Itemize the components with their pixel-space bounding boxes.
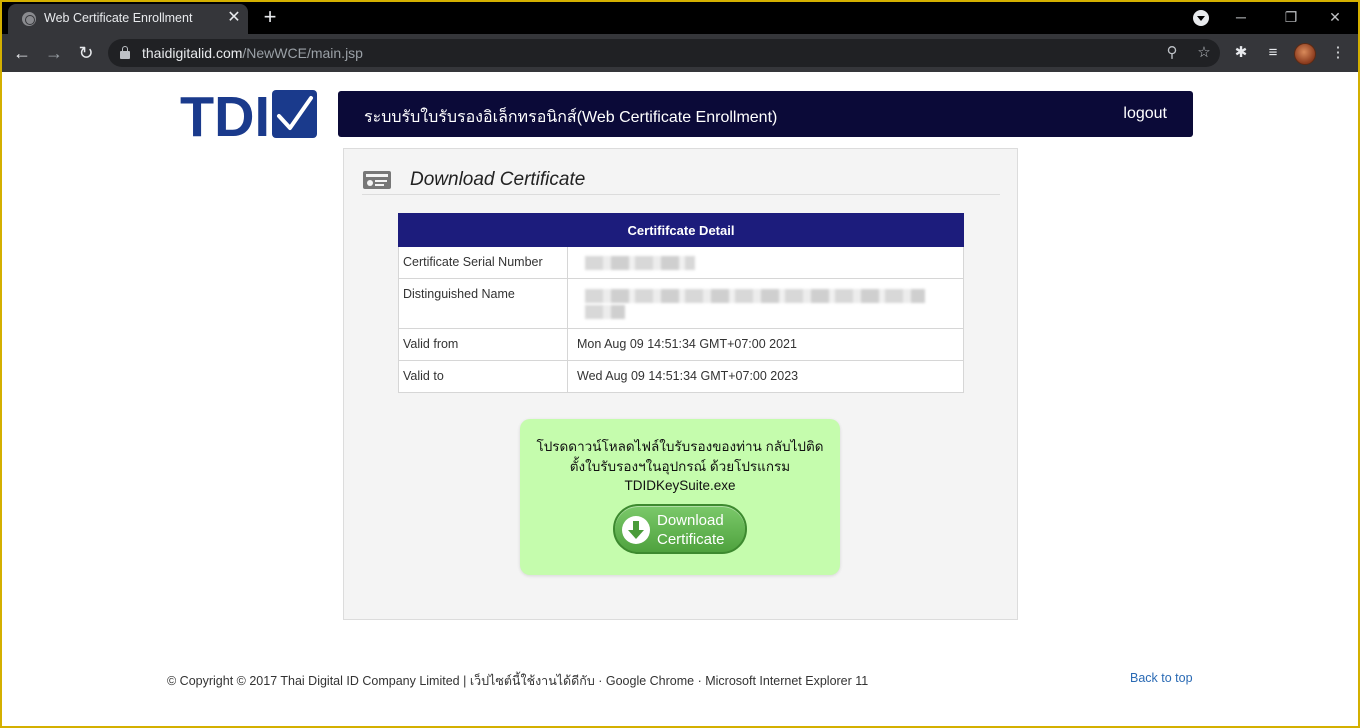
valid-to-value: Wed Aug 09 14:51:34 GMT+07:00 2023	[567, 360, 964, 393]
address-bar[interactable]: thaidigitalid.com/NewWCE/main.jsp ⚲ ☆	[108, 39, 1220, 67]
valid-from-value: Mon Aug 09 14:51:34 GMT+07:00 2021	[567, 328, 964, 361]
download-button-line-1: Download	[657, 512, 724, 529]
notice-line-2: ตั้งใบรับรองฯในอุปกรณ์ ด้วยโปรแกรม	[569, 458, 791, 474]
table-row: Certificate Serial Number	[398, 246, 964, 279]
tab-strip: Web Certificate Enrollment ✕ + ─ ❐ ✕	[2, 2, 1358, 34]
more-menu-icon[interactable]: ⋮	[1328, 43, 1348, 63]
panel-divider	[362, 194, 1000, 195]
download-button-label: Download Certificate	[657, 511, 745, 549]
site-header: ระบบรับใบรับรองอิเล็กทรอนิกส์(Web Certif…	[338, 91, 1193, 137]
forward-icon[interactable]: →	[42, 41, 66, 65]
zoom-icon[interactable]: ⚲	[1162, 43, 1182, 63]
footer-copyright: © Copyright © 2017 Thai Digital ID Compa…	[167, 674, 869, 688]
download-button-line-2: Certificate	[657, 531, 725, 548]
panel-title: Download Certificate	[410, 169, 586, 190]
profile-avatar[interactable]	[1294, 43, 1316, 65]
download-notice: โปรดดาวน์โหลดไฟล์ใบรับรองของท่าน กลับไปต…	[520, 419, 840, 575]
url-path: /NewWCE/main.jsp	[242, 45, 363, 61]
browser-toolbar: ← → ↻ thaidigitalid.com/NewWCE/main.jsp …	[2, 34, 1358, 72]
site-title: ระบบรับใบรับรองอิเล็กทรอนิกส์(Web Certif…	[364, 109, 778, 126]
download-certificate-panel: Download Certificate Certififcate Detail…	[343, 148, 1018, 620]
distinguished-name-value	[567, 278, 964, 329]
serial-number-label: Certificate Serial Number	[398, 246, 568, 279]
media-control-icon[interactable]: ≡	[1263, 43, 1283, 63]
tab-title: Web Certificate Enrollment	[44, 11, 193, 25]
svg-text:TDI: TDI	[180, 90, 270, 138]
distinguished-name-label: Distinguished Name	[398, 278, 568, 329]
notice-line-1: โปรดดาวน์โหลดไฟล์ใบรับรองของท่าน กลับไปต…	[536, 439, 824, 454]
lock-icon[interactable]	[120, 46, 130, 59]
certificate-icon	[362, 169, 392, 191]
serial-number-value	[567, 246, 964, 279]
valid-to-label: Valid to	[398, 360, 568, 393]
reload-icon[interactable]: ↻	[74, 41, 98, 65]
maximize-button[interactable]: ❐	[1268, 4, 1314, 30]
close-window-button[interactable]: ✕	[1312, 4, 1358, 30]
notice-text: โปรดดาวน์โหลดไฟล์ใบรับรองของท่าน กลับไปต…	[530, 437, 830, 496]
tab-close-icon[interactable]: ✕	[224, 8, 244, 28]
url-host: thaidigitalid.com	[142, 45, 243, 61]
table-header: Certififcate Detail	[398, 213, 964, 247]
certificate-detail-table: Certififcate Detail Certificate Serial N…	[398, 213, 964, 393]
new-tab-button[interactable]: +	[258, 5, 282, 29]
tab-search-icon[interactable]	[1193, 10, 1209, 26]
table-row: Valid from Mon Aug 09 14:51:34 GMT+07:00…	[398, 328, 964, 361]
browser-tab[interactable]: Web Certificate Enrollment ✕	[8, 4, 248, 34]
logout-link[interactable]: logout	[1123, 105, 1167, 123]
url-text[interactable]: thaidigitalid.com/NewWCE/main.jsp	[142, 45, 363, 61]
minimize-button[interactable]: ─	[1218, 4, 1264, 30]
download-arrow-icon	[622, 516, 650, 544]
back-to-top-link[interactable]: Back to top	[1130, 671, 1193, 685]
tdid-logo: TDI	[180, 90, 317, 138]
page-content: TDI ระบบรับใบรับรองอิเล็กทรอนิกส์(Web Ce…	[2, 72, 1358, 726]
table-row: Valid to Wed Aug 09 14:51:34 GMT+07:00 2…	[398, 360, 964, 393]
bookmark-star-icon[interactable]: ☆	[1194, 43, 1214, 63]
browser-window: Web Certificate Enrollment ✕ + ─ ❐ ✕ ← →…	[2, 2, 1358, 726]
back-icon[interactable]: ←	[10, 41, 34, 65]
globe-icon	[22, 12, 36, 26]
extensions-icon[interactable]: ✱	[1231, 43, 1251, 63]
download-certificate-button[interactable]: Download Certificate	[613, 504, 747, 554]
table-row: Distinguished Name	[398, 278, 964, 329]
notice-line-3: TDIDKeySuite.exe	[624, 478, 736, 493]
valid-from-label: Valid from	[398, 328, 568, 361]
